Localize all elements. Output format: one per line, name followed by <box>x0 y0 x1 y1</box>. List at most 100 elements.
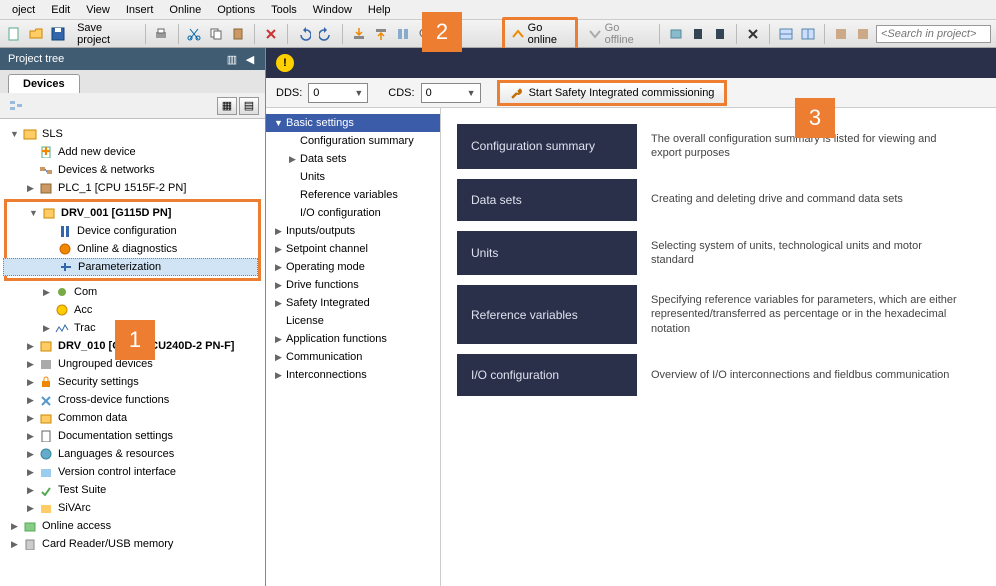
param-nav[interactable]: ▼Basic settings Configuration summary ▶D… <box>266 108 441 586</box>
pnav-safety-integrated[interactable]: ▶Safety Integrated <box>266 294 440 312</box>
tree-devices-networks[interactable]: Devices & networks <box>0 161 265 179</box>
pnav-data-sets[interactable]: ▶Data sets <box>266 150 440 168</box>
pnav-communication[interactable]: ▶Communication <box>266 348 440 366</box>
tree-add-device[interactable]: ✚Add new device <box>0 143 265 161</box>
pnav-ref-vars[interactable]: Reference variables <box>266 186 440 204</box>
save-project-button[interactable]: Save project <box>71 20 137 48</box>
split-v-icon[interactable] <box>799 24 817 44</box>
callout-2: 2 <box>422 12 462 52</box>
cut-icon[interactable] <box>185 24 203 44</box>
pnav-io-config[interactable]: I/O configuration <box>266 204 440 222</box>
card-data-sets[interactable]: Data setsCreating and deleting drive and… <box>457 179 980 221</box>
pnav-basic-settings[interactable]: ▼Basic settings <box>266 114 440 132</box>
tree-common-data[interactable]: ▶Common data <box>0 409 265 427</box>
search-input[interactable] <box>876 25 991 43</box>
tree-card-reader[interactable]: ▶Card Reader/USB memory <box>0 535 265 553</box>
tree-commissioning[interactable]: ▶Com <box>0 283 265 301</box>
copy-icon[interactable] <box>207 24 225 44</box>
menu-window[interactable]: Window <box>305 2 360 18</box>
menu-bar: oject Edit View Insert Online Options To… <box>0 0 996 20</box>
download-icon[interactable] <box>350 24 368 44</box>
tree-version-control[interactable]: ▶Version control interface <box>0 463 265 481</box>
project-tree-title: Project tree <box>8 53 64 65</box>
go-offline-button[interactable]: Go offline <box>582 20 652 48</box>
menu-view[interactable]: View <box>78 2 118 18</box>
tab-devices[interactable]: Devices <box>8 74 80 93</box>
delete-icon[interactable] <box>262 24 280 44</box>
drv-highlight-box: ▼DRV_001 [G115D PN] Device configuration… <box>4 199 261 281</box>
menu-project[interactable]: oject <box>4 2 43 18</box>
tree-online-diag[interactable]: Online & diagnostics <box>3 240 258 258</box>
menu-insert[interactable]: Insert <box>118 2 162 18</box>
tool-icon-1[interactable] <box>832 24 850 44</box>
split-h-icon[interactable] <box>777 24 795 44</box>
new-icon[interactable] <box>5 24 23 44</box>
go-online-button[interactable]: Go online <box>502 17 578 51</box>
upload-icon[interactable] <box>372 24 390 44</box>
undo-icon[interactable] <box>295 24 313 44</box>
tree-parameterization[interactable]: Parameterization <box>3 258 258 276</box>
pnav-app-functions[interactable]: ▶Application functions <box>266 330 440 348</box>
card-io-config[interactable]: I/O configurationOverview of I/O interco… <box>457 354 980 396</box>
tree-acceptance[interactable]: Acc <box>0 301 265 319</box>
menu-options[interactable]: Options <box>209 2 263 18</box>
toolbar: Save project Go online Go offline <box>0 20 996 48</box>
menu-help[interactable]: Help <box>360 2 399 18</box>
tree-plc[interactable]: ▶PLC_1 [CPU 1515F-2 PN] <box>0 179 265 197</box>
tree-cross-device[interactable]: ▶Cross-device functions <box>0 391 265 409</box>
paste-icon[interactable] <box>229 24 247 44</box>
pnav-interconnections[interactable]: ▶Interconnections <box>266 366 440 384</box>
warning-icon[interactable]: ! <box>276 54 294 72</box>
tree-sivarc[interactable]: ▶SiVArc <box>0 499 265 517</box>
card-units[interactable]: UnitsSelecting system of units, technolo… <box>457 231 980 276</box>
tool-icon-2[interactable] <box>854 24 872 44</box>
card-ref-vars[interactable]: Reference variablesSpecifying reference … <box>457 285 980 344</box>
columns-icon[interactable]: ▥ <box>225 52 239 66</box>
pnav-operating-mode[interactable]: ▶Operating mode <box>266 258 440 276</box>
tree-view-icon[interactable] <box>6 96 26 116</box>
callout-1: 1 <box>115 320 155 360</box>
cross-ref-icon[interactable] <box>744 24 762 44</box>
project-tree-header: Project tree ▥ ◀ <box>0 48 265 70</box>
tree-doc-settings[interactable]: ▶Documentation settings <box>0 427 265 445</box>
collapse-icon[interactable]: ◀ <box>243 52 257 66</box>
project-tree-panel: Project tree ▥ ◀ Devices ▦ ▤ ▼SLS ✚Add n… <box>0 48 266 586</box>
menu-edit[interactable]: Edit <box>43 2 78 18</box>
editor-area: ! DDS: 0▼ CDS: 0▼ Start Safety Integrate… <box>266 48 996 586</box>
cds-label: CDS: <box>388 87 414 99</box>
menu-online[interactable]: Online <box>161 2 209 18</box>
tree-test-suite[interactable]: ▶Test Suite <box>0 481 265 499</box>
tree-languages[interactable]: ▶Languages & resources <box>0 445 265 463</box>
redo-icon[interactable] <box>317 24 335 44</box>
tree-root[interactable]: ▼SLS <box>0 125 265 143</box>
search-in-project[interactable] <box>876 25 991 43</box>
grid-view-icon[interactable]: ▦ <box>217 97 237 115</box>
stop-cpu-icon[interactable] <box>711 24 729 44</box>
cds-select[interactable]: 0▼ <box>421 83 481 103</box>
pnav-inputs-outputs[interactable]: ▶Inputs/outputs <box>266 222 440 240</box>
print-icon[interactable] <box>152 24 170 44</box>
svg-text:✚: ✚ <box>41 146 50 158</box>
dds-select[interactable]: 0▼ <box>308 83 368 103</box>
start-safety-button[interactable]: Start Safety Integrated commissioning <box>497 80 728 106</box>
pnav-drive-functions[interactable]: ▶Drive functions <box>266 276 440 294</box>
list-view-icon[interactable]: ▤ <box>239 97 259 115</box>
save-icon[interactable] <box>49 24 67 44</box>
dds-label: DDS: <box>276 87 302 99</box>
compile-icon[interactable] <box>394 24 412 44</box>
tree-security[interactable]: ▶Security settings <box>0 373 265 391</box>
pnav-setpoint[interactable]: ▶Setpoint channel <box>266 240 440 258</box>
tree-online-access[interactable]: ▶Online access <box>0 517 265 535</box>
tree-device-config[interactable]: Device configuration <box>3 222 258 240</box>
pnav-config-summary[interactable]: Configuration summary <box>266 132 440 150</box>
tree-drv001[interactable]: ▼DRV_001 [G115D PN] <box>3 204 258 222</box>
menu-tools[interactable]: Tools <box>263 2 305 18</box>
accessible-devices-icon[interactable] <box>667 24 685 44</box>
pnav-license[interactable]: License <box>266 312 440 330</box>
pnav-units[interactable]: Units <box>266 168 440 186</box>
start-cpu-icon[interactable] <box>689 24 707 44</box>
open-icon[interactable] <box>27 24 45 44</box>
card-config-summary[interactable]: Configuration summaryThe overall configu… <box>457 124 980 169</box>
dds-bar: DDS: 0▼ CDS: 0▼ Start Safety Integrated … <box>266 78 996 108</box>
safety-button-label: Start Safety Integrated commissioning <box>529 87 715 99</box>
